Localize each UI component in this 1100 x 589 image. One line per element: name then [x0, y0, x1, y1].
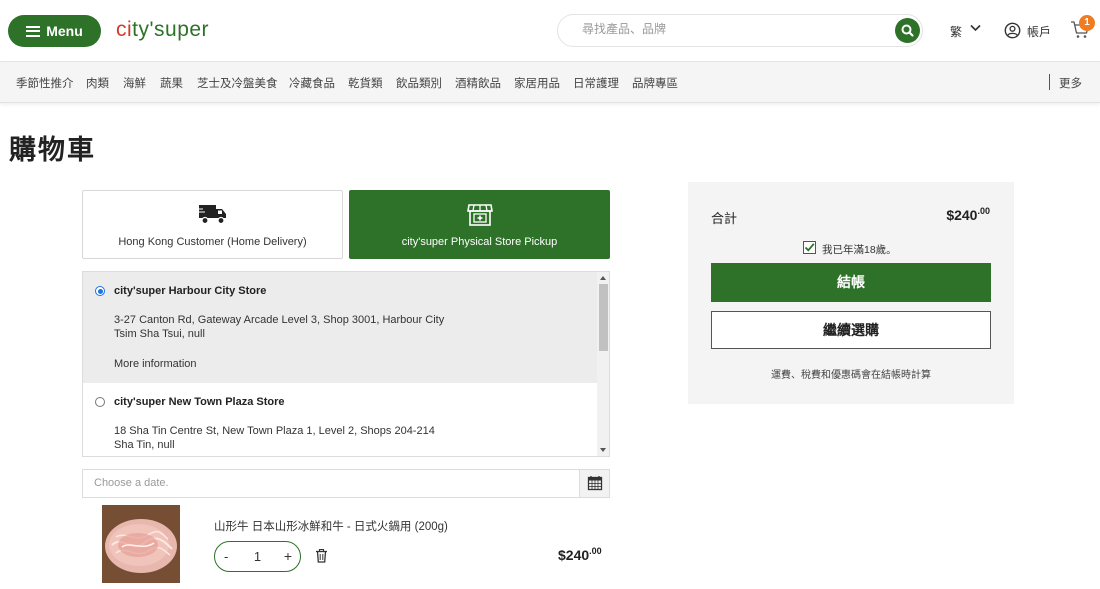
store-list-scrollbar[interactable]	[597, 272, 609, 456]
search-input[interactable]	[582, 22, 882, 36]
account-link[interactable]: 帳戶	[1027, 23, 1051, 40]
total-price: $240.00	[946, 206, 990, 223]
category-chilled[interactable]: 冷藏食品	[289, 75, 335, 91]
increase-quantity-button[interactable]: +	[284, 548, 292, 564]
age-confirm-label[interactable]: 我已年滿18歲。	[822, 242, 897, 257]
language-selector[interactable]: 繁	[950, 23, 962, 40]
menu-label: Menu	[46, 23, 83, 39]
category-nav: 季節性推介 肉類 海鮮 蔬果 芝士及冷盤美食 冷藏食品 乾貨類 飲品類別 酒精飲…	[0, 62, 1100, 103]
store-icon	[466, 204, 493, 226]
account-icon[interactable]	[1004, 22, 1021, 39]
search-icon	[901, 24, 914, 37]
store-radio-selected[interactable]	[95, 286, 105, 296]
wagyu-slices-image	[102, 505, 180, 583]
continue-shopping-button[interactable]: 繼續選購	[711, 311, 991, 349]
trash-icon[interactable]	[315, 549, 328, 563]
category-seafood[interactable]: 海鮮	[123, 75, 146, 91]
category-seasonal[interactable]: 季節性推介	[16, 75, 74, 91]
nav-divider	[1049, 74, 1050, 90]
store-list: city'super Harbour City Store 3-27 Canto…	[82, 271, 610, 457]
category-household[interactable]: 家居用品	[514, 75, 560, 91]
category-cheese-deli[interactable]: 芝士及冷盤美食	[197, 75, 278, 91]
scroll-down-arrow-icon[interactable]	[600, 448, 606, 452]
site-header: Menu city'super 繁 帳戶 1	[0, 0, 1100, 62]
store-name: city'super Harbour City Store	[114, 285, 267, 297]
store-option-new-town-plaza[interactable]: city'super New Town Plaza Store 18 Sha T…	[83, 383, 598, 456]
menu-button[interactable]: Menu	[8, 15, 101, 47]
scroll-up-arrow-icon[interactable]	[600, 276, 606, 280]
category-more[interactable]: 更多	[1059, 75, 1082, 91]
product-image[interactable]	[102, 505, 180, 583]
chevron-down-icon[interactable]	[970, 24, 981, 32]
cart-count-badge: 1	[1079, 15, 1095, 31]
search-button[interactable]	[895, 18, 920, 43]
store-name: city'super New Town Plaza Store	[114, 396, 285, 408]
age-confirm-checkbox[interactable]	[803, 241, 816, 254]
line-item-price: $240.00	[558, 546, 602, 563]
search-bar	[557, 14, 923, 47]
site-logo[interactable]: city'super	[116, 18, 209, 42]
category-meat[interactable]: 肉類	[86, 75, 109, 91]
store-address-line1: 18 Sha Tin Centre St, New Town Plaza 1, …	[114, 425, 435, 437]
total-label: 合計	[711, 211, 738, 226]
store-address-line2: Sha Tin, null	[114, 439, 175, 451]
checkout-button[interactable]: 結帳	[711, 263, 991, 302]
pickup-date-picker	[82, 469, 610, 498]
product-name[interactable]: 山形牛 日本山形冰鮮和牛 - 日式火鍋用 (200g)	[214, 518, 448, 534]
pickup-date-input[interactable]	[94, 477, 564, 489]
category-dry-goods[interactable]: 乾貨類	[348, 75, 383, 91]
checkmark-icon	[804, 243, 815, 252]
tab-home-delivery-label: Hong Kong Customer (Home Delivery)	[118, 236, 307, 248]
category-beverages[interactable]: 飲品類別	[396, 75, 442, 91]
tab-store-pickup[interactable]: city'super Physical Store Pickup	[349, 190, 610, 259]
page-title: 購物車	[9, 135, 96, 165]
category-brands[interactable]: 品牌專區	[632, 75, 678, 91]
store-radio[interactable]	[95, 397, 105, 407]
store-more-info-link[interactable]: More information	[114, 358, 197, 370]
hamburger-icon	[26, 25, 41, 37]
tab-store-pickup-label: city'super Physical Store Pickup	[401, 236, 558, 248]
store-address-line1: 3-27 Canton Rd, Gateway Arcade Level 3, …	[114, 314, 445, 326]
calendar-icon	[587, 476, 603, 491]
store-option-harbour-city[interactable]: city'super Harbour City Store 3-27 Canto…	[83, 272, 598, 383]
order-summary: 合計 $240.00 我已年滿18歲。 結帳 繼續選購 運費、稅費和優惠碼會在結…	[688, 182, 1014, 404]
checkout-note: 運費、稅費和優惠碼會在結帳時計算	[771, 370, 931, 381]
category-personal-care[interactable]: 日常護理	[573, 75, 619, 91]
calendar-button[interactable]	[579, 470, 609, 497]
quantity-stepper: - 1 +	[214, 541, 301, 572]
category-alcohol[interactable]: 酒精飲品	[455, 75, 501, 91]
category-produce[interactable]: 蔬果	[160, 75, 183, 91]
store-address-line2: Tsim Sha Tsui, null	[114, 328, 205, 340]
tab-home-delivery[interactable]: Hong Kong Customer (Home Delivery)	[82, 190, 343, 259]
scroll-thumb[interactable]	[599, 284, 608, 351]
truck-icon	[197, 205, 226, 225]
